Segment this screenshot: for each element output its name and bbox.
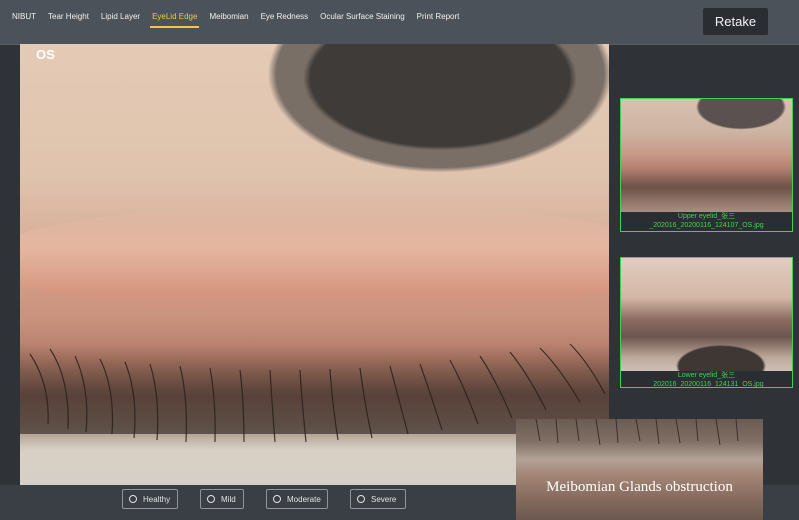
lower-eyelid-thumbnail-image — [621, 258, 792, 371]
radio-icon[interactable] — [357, 495, 365, 503]
tab-tear-height[interactable]: Tear Height — [42, 12, 95, 29]
tab-eyelid-edge[interactable]: EyeLid Edge — [146, 12, 203, 29]
eye-side-label-text: OS — [36, 47, 55, 62]
exam-tabs: NIBUT Tear Height Lipid Layer EyeLid Edg… — [6, 12, 465, 29]
tab-lipid-layer[interactable]: Lipid Layer — [95, 12, 146, 29]
grade-healthy-label: Healthy — [143, 494, 171, 504]
eyelid-margin-region — [20, 204, 609, 314]
grade-severe-option[interactable]: Severe — [350, 489, 406, 509]
upper-eyelid-caption: Upper eyelid_张三_202016_20200116_124107_O… — [649, 213, 764, 229]
tab-ocular-surface-staining[interactable]: Ocular Surface Staining — [314, 12, 411, 29]
meibomian-overlay-text: Meibomian Glands obstruction — [546, 479, 733, 495]
tab-print-report[interactable]: Print Report — [411, 12, 466, 29]
top-navigation-bar: NIBUT Tear Height Lipid Layer EyeLid Edg… — [0, 0, 799, 45]
tab-nibut[interactable]: NIBUT — [6, 12, 42, 29]
tab-eye-redness[interactable]: Eye Redness — [255, 12, 315, 29]
grade-severe-label: Severe — [371, 494, 397, 504]
lower-eyelid-caption: Lower eyelid_张三_202016_20200116_124131_O… — [649, 372, 764, 388]
grade-moderate-option[interactable]: Moderate — [266, 489, 328, 509]
radio-icon[interactable] — [207, 495, 215, 503]
upper-eyelid-thumbnail-image — [621, 99, 792, 212]
grade-healthy-option[interactable]: Healthy — [122, 489, 178, 509]
reference-lashes-graphic — [535, 419, 739, 446]
grade-mild-option[interactable]: Mild — [200, 489, 244, 509]
thumbnail-upper-eyelid[interactable]: Upper eyelid_张三_202016_20200116_124107_O… — [620, 98, 793, 232]
meibomian-reference-image: Meibomian Glands obstruction — [516, 419, 763, 520]
thumbnail-lower-eyelid[interactable]: Lower eyelid_张三_202016_20200116_124131_O… — [620, 257, 793, 388]
radio-icon[interactable] — [129, 495, 137, 503]
grade-mild-label: Mild — [221, 494, 236, 504]
tab-meibomian[interactable]: Meibomian — [203, 12, 254, 29]
retake-button[interactable]: Retake — [703, 8, 768, 35]
radio-icon[interactable] — [273, 495, 281, 503]
grade-moderate-label: Moderate — [287, 494, 321, 504]
